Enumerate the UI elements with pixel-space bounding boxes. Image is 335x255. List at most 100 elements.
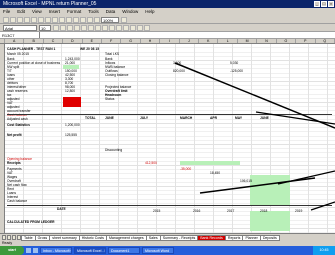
- next-sheet-icon[interactable]: [12, 235, 16, 240]
- open-icon[interactable]: [10, 16, 16, 23]
- menu-insert[interactable]: Insert: [49, 8, 60, 16]
- borders-icon[interactable]: [130, 24, 136, 31]
- date-value[interactable]: 2018: [260, 209, 267, 213]
- menu-format[interactable]: Format: [67, 8, 81, 16]
- paste-icon[interactable]: [59, 16, 65, 23]
- sum-icon[interactable]: [80, 16, 86, 23]
- value-cell[interactable]: 21,000: [65, 61, 75, 65]
- prev-sheet-icon[interactable]: [7, 235, 11, 240]
- sheet-tab[interactable]: Table: [21, 234, 36, 241]
- sheet-tab[interactable]: Historic Costs: [78, 234, 107, 241]
- font-select[interactable]: Arial: [3, 24, 37, 31]
- header-cell[interactable]: MAY: [235, 116, 242, 120]
- sheet-title[interactable]: CASH PLANNER - TEST RUN 1: [7, 47, 55, 51]
- sheet-tab[interactable]: Planner: [242, 234, 261, 241]
- menu-view[interactable]: View: [32, 8, 42, 16]
- header-cell[interactable]: TOTAL: [85, 116, 96, 120]
- row-label[interactable]: Net profit: [7, 133, 22, 137]
- alert-cell[interactable]: [63, 97, 81, 107]
- sheet-tab[interactable]: Reports: [224, 234, 244, 241]
- preview-icon[interactable]: [31, 16, 37, 23]
- merge-icon[interactable]: [95, 24, 101, 31]
- spell-icon[interactable]: [38, 16, 44, 23]
- col-header[interactable]: K: [199, 39, 219, 43]
- menu-file[interactable]: File: [3, 8, 10, 16]
- percent-icon[interactable]: [109, 24, 115, 31]
- print-icon[interactable]: [24, 16, 30, 23]
- value-cell[interactable]: 412,500: [145, 161, 157, 165]
- taskbar-item[interactable]: Microsoft Word: [142, 247, 174, 254]
- menu-window[interactable]: Window: [122, 8, 138, 16]
- notes-label[interactable]: CALCULATED FROM LEDGER: [7, 220, 55, 224]
- comma-icon[interactable]: [116, 24, 122, 31]
- section-label[interactable]: Cash balance: [7, 199, 27, 203]
- value-cell[interactable]: -35,000: [180, 167, 191, 171]
- copy-icon[interactable]: [52, 16, 58, 23]
- align-left-icon[interactable]: [74, 24, 80, 31]
- italic-icon[interactable]: [60, 24, 66, 31]
- taskbar-item[interactable]: Inbox - Microsoft Outlook: [40, 247, 72, 254]
- maximize-icon[interactable]: □: [321, 1, 327, 7]
- save-icon[interactable]: [17, 16, 23, 23]
- sheet-tab-active[interactable]: Bank Records: [197, 234, 226, 241]
- right-label[interactable]: Status: [105, 97, 114, 101]
- new-icon[interactable]: [3, 16, 9, 23]
- right-label[interactable]: Total LKS: [105, 52, 119, 56]
- value-cell[interactable]: 1,200,000: [65, 123, 80, 127]
- start-button[interactable]: start: [0, 246, 24, 255]
- spreadsheet-grid[interactable]: CASH PLANNER - TEST RUN 1 WE 20 08 15 Ma…: [5, 44, 335, 233]
- section-label[interactable]: Receipts: [7, 161, 21, 165]
- header-cell[interactable]: MARCH: [180, 116, 192, 120]
- value-cell[interactable]: -125,000: [230, 69, 243, 73]
- sheet-tab[interactable]: Gross: [34, 234, 51, 241]
- taskbar-item[interactable]: Microsoft Excel - M...: [74, 247, 106, 254]
- col-header[interactable]: Q: [316, 39, 335, 43]
- row-label[interactable]: Cost Statistics: [7, 123, 30, 127]
- col-header[interactable]: G: [121, 39, 141, 43]
- value-cell[interactable]: 5,030: [230, 61, 238, 65]
- fill-color-icon[interactable]: [137, 24, 143, 31]
- zoom-select[interactable]: 100%: [101, 16, 119, 23]
- header-cell[interactable]: JULY: [140, 116, 148, 120]
- header-cell[interactable]: APR: [210, 116, 217, 120]
- col-header[interactable]: P: [296, 39, 316, 43]
- value-cell[interactable]: 106,015: [240, 179, 252, 183]
- col-header[interactable]: B: [24, 39, 44, 43]
- highlight-band[interactable]: [250, 175, 290, 205]
- minimize-icon[interactable]: _: [314, 1, 320, 7]
- taskbar-item[interactable]: Document1: [108, 247, 140, 254]
- sheet-tab[interactable]: Deposits: [259, 234, 280, 241]
- col-header[interactable]: H: [141, 39, 161, 43]
- chart-icon[interactable]: [94, 16, 100, 23]
- section-label[interactable]: Discounting: [105, 148, 122, 152]
- date-value[interactable]: 2016: [193, 209, 200, 213]
- close-icon[interactable]: ×: [328, 1, 334, 7]
- col-header[interactable]: F: [102, 39, 122, 43]
- undo-icon[interactable]: [66, 16, 72, 23]
- redo-icon[interactable]: [73, 16, 79, 23]
- col-header[interactable]: N: [257, 39, 277, 43]
- sheet-subtitle[interactable]: March 05 2015: [7, 52, 29, 56]
- col-header[interactable]: L: [218, 39, 238, 43]
- first-sheet-icon[interactable]: [2, 235, 6, 240]
- size-select[interactable]: 10: [39, 24, 51, 31]
- help-icon[interactable]: [121, 16, 127, 23]
- menu-edit[interactable]: Edit: [17, 8, 25, 16]
- quicklaunch-icon[interactable]: [26, 248, 31, 253]
- menu-tools[interactable]: Tools: [88, 8, 99, 16]
- date-value[interactable]: 2015: [153, 209, 160, 213]
- font-color-icon[interactable]: [144, 24, 150, 31]
- name-box[interactable]: R13C7: [0, 32, 40, 38]
- col-header[interactable]: C: [44, 39, 64, 43]
- col-header[interactable]: O: [277, 39, 297, 43]
- sheet-tab[interactable]: sheet summary: [49, 234, 80, 241]
- menu-help[interactable]: Help: [145, 8, 154, 16]
- date-ref[interactable]: WE 20 08 15: [80, 47, 99, 51]
- date-value[interactable]: 2019: [295, 209, 302, 213]
- quicklaunch-icon[interactable]: [33, 248, 38, 253]
- highlight-band[interactable]: [180, 161, 240, 165]
- col-header[interactable]: M: [238, 39, 258, 43]
- header-cell[interactable]: JUNE: [105, 116, 114, 120]
- header-cell[interactable]: JUNE: [260, 116, 269, 120]
- sheet-tab[interactable]: Summary - Receipts: [159, 234, 199, 241]
